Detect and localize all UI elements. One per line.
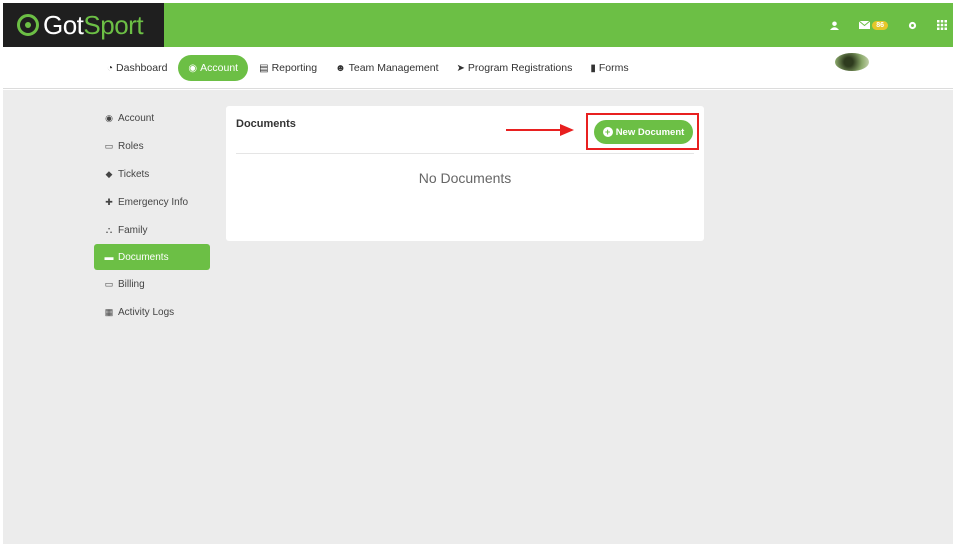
top-bar: GotSport 86 [3,3,953,47]
nav-team-management[interactable]: ☻ Team Management [328,55,445,81]
gotsport-logo[interactable]: GotSport [3,3,164,47]
panel-title: Documents [236,118,296,130]
tachometer-icon: ◔ [107,62,114,74]
divider [236,153,694,154]
nav-account[interactable]: ◉ Account [178,55,249,81]
sidebar-item-family[interactable]: ⛬ Family [94,216,210,244]
sidebar-item-account[interactable]: ◉ Account [94,104,210,132]
sitemap-icon: ⛬ [105,224,113,235]
red-arrow-icon [506,124,574,136]
logo-text: GotSport [43,9,144,40]
nav-forms[interactable]: ▮ Forms [583,55,635,81]
top-icons: 86 [830,3,947,47]
page-content: ◉ Account ▭ Roles ◆ Tickets ✚ Emergency Info… [3,90,953,544]
file-report-icon: ▤ [259,62,269,74]
archive-icon: ▦ [104,306,114,317]
sidebar-item-billing[interactable]: ▭ Billing [94,270,210,298]
empty-state-text: No Documents [418,170,512,186]
main-nav: ◔ Dashboard ◉ Account ▤ Reporting ☻ Team Man… [100,55,636,81]
apps-grid-icon[interactable] [937,20,947,30]
users-icon: ☻ [335,62,346,74]
folder-open-icon: ▬ [104,252,114,262]
nav-dashboard[interactable]: ◔ Dashboard [100,55,174,81]
avatar[interactable] [835,53,869,71]
credit-card-icon: ▭ [104,278,114,289]
sidebar-item-activity-logs[interactable]: ▦ Activity Logs [94,298,210,326]
sidebar-item-documents[interactable]: ▬ Documents [94,244,210,270]
logo-mark-icon [17,14,39,36]
account-sidebar: ◉ Account ▭ Roles ◆ Tickets ✚ Emergency Info… [94,104,210,326]
mail-icon[interactable]: 86 [859,20,888,30]
nav-program-registrations[interactable]: ➤ Program Registrations [450,55,580,81]
mail-count-badge: 86 [872,20,888,30]
gear-icon[interactable] [908,21,917,30]
nav-reporting[interactable]: ▤ Reporting [252,55,324,81]
new-document-button[interactable]: + New Document [594,120,693,144]
documents-panel: Documents + New Document No Documents [226,106,704,241]
ticket-icon: ◆ [105,168,113,179]
id-card-icon: ▭ [104,140,114,151]
user-icon[interactable] [830,20,840,30]
highlight-box: + New Document [586,113,699,150]
sidebar-item-emergency-info[interactable]: ✚ Emergency Info [94,188,210,216]
paper-plane-icon: ➤ [456,62,465,74]
plus-circle-icon: + [602,127,613,137]
sidebar-item-roles[interactable]: ▭ Roles [94,132,210,160]
user-circle-icon: ◉ [188,62,198,74]
user-circle-icon: ◉ [105,112,113,123]
sidebar-item-tickets[interactable]: ◆ Tickets [94,160,210,188]
plus-square-icon: ✚ [105,196,113,207]
file-icon: ▮ [590,62,596,74]
main-nav-bar: ◔ Dashboard ◉ Account ▤ Reporting ☻ Team Man… [3,47,953,89]
